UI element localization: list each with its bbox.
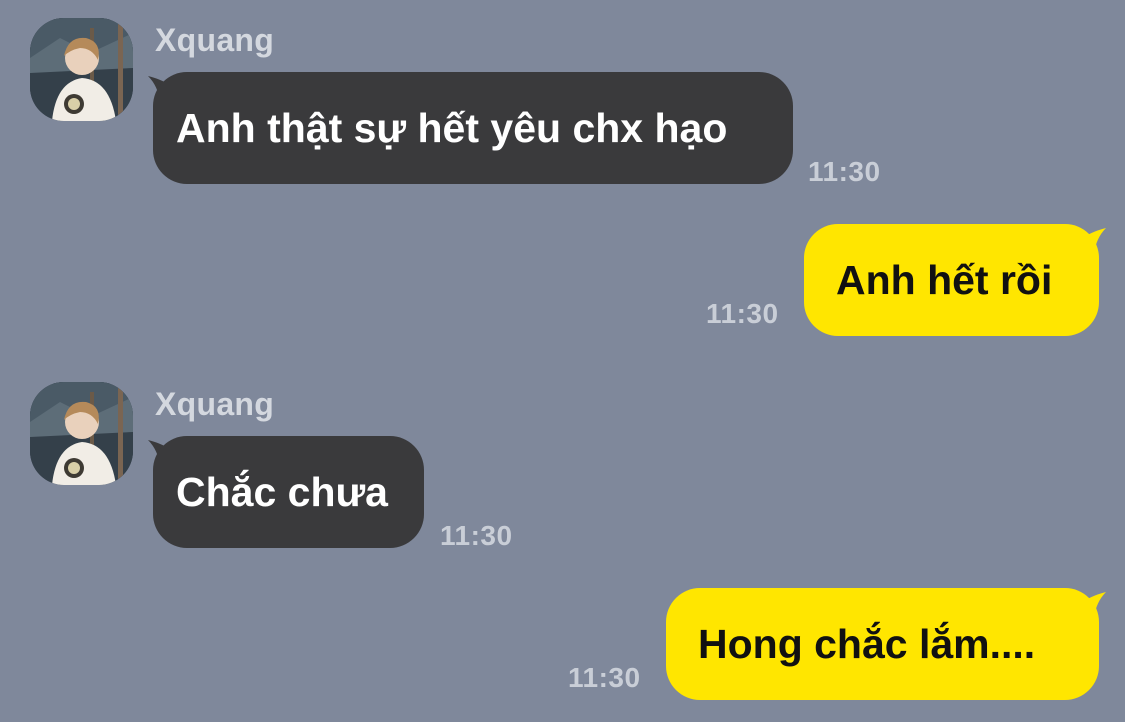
message-text: Anh thật sự hết yêu chx hạo: [176, 104, 728, 151]
message-timestamp: 11:30: [808, 156, 881, 187]
message-text: Chắc chưa: [176, 468, 388, 515]
bubble-tail: [1080, 228, 1106, 254]
message-timestamp: 11:30: [706, 298, 779, 329]
sender-name: Xquang: [155, 386, 275, 422]
avatar-photo-icon: [30, 382, 133, 485]
message-timestamp: 11:30: [568, 662, 641, 693]
bubble-tail: [1080, 592, 1106, 618]
sender-avatar[interactable]: [30, 382, 133, 485]
incoming-message-bubble[interactable]: Anh thật sự hết yêu chx hạo: [153, 72, 793, 184]
incoming-message-bubble[interactable]: Chắc chưa: [153, 436, 424, 548]
message-text: Hong chắc lắm....: [698, 620, 1036, 667]
sender-avatar[interactable]: [30, 18, 133, 121]
chat-conversation: Xquang Anh thật sự hết yêu chx hạo 11:30…: [0, 0, 1125, 722]
avatar-photo-icon: [30, 18, 133, 121]
message-timestamp: 11:30: [440, 520, 513, 551]
sender-name: Xquang: [155, 22, 275, 58]
message-text: Anh hết rồi: [836, 256, 1053, 303]
outgoing-message-bubble[interactable]: Anh hết rồi: [804, 224, 1099, 336]
outgoing-message-bubble[interactable]: Hong chắc lắm....: [666, 588, 1099, 700]
